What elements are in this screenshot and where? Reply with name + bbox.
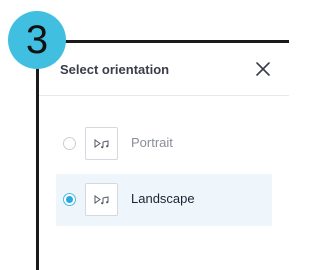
portrait-radio[interactable] (63, 137, 76, 150)
landscape-radio[interactable] (63, 193, 76, 206)
step-number-badge: 3 (8, 11, 66, 69)
landscape-thumbnail (85, 183, 118, 216)
media-icon (94, 194, 108, 204)
close-button[interactable] (252, 58, 274, 80)
close-icon (256, 62, 270, 76)
dialog-title: Select orientation (60, 62, 170, 77)
dialog-frame-top-border (36, 40, 289, 43)
landscape-label: Landscape (131, 191, 195, 206)
media-icon (94, 138, 108, 148)
portrait-label: Portrait (131, 135, 173, 150)
dialog-frame-left-border (36, 40, 39, 270)
orientation-option-portrait[interactable]: Portrait (56, 118, 272, 170)
portrait-thumbnail (85, 127, 118, 160)
orientation-option-landscape[interactable]: Landscape (56, 174, 272, 226)
header-divider (39, 95, 289, 96)
